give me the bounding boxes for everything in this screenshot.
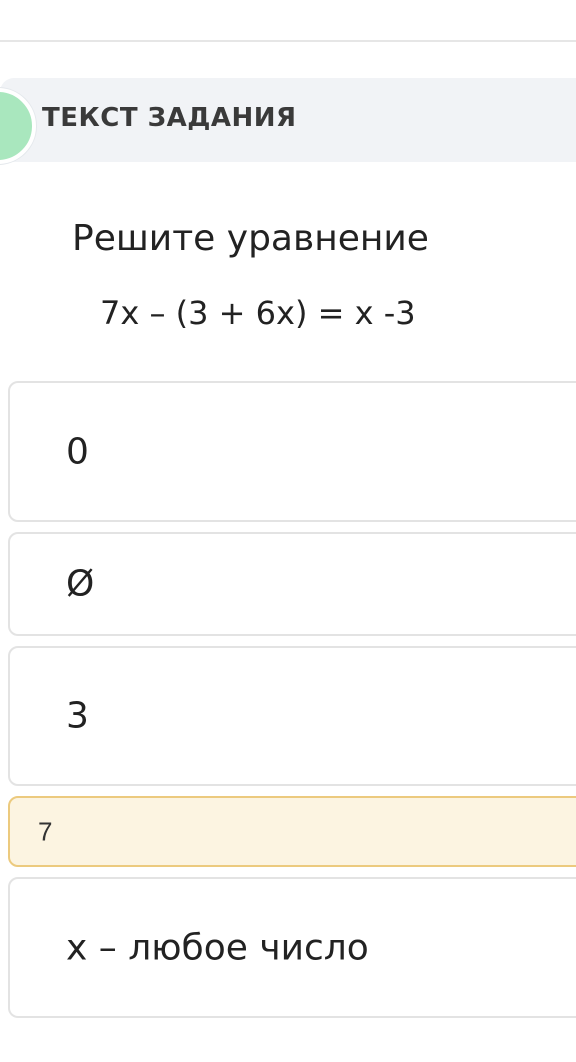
answer-label: 7: [38, 816, 53, 846]
answer-label: 0: [66, 431, 89, 472]
top-divider: [0, 40, 576, 42]
answer-label: 3: [66, 695, 89, 737]
answer-label: x – любое число: [66, 927, 369, 968]
answer-option[interactable]: x – любое число: [8, 877, 576, 1018]
answer-option[interactable]: 3: [8, 646, 576, 786]
quiz-page: ТЕКСТ ЗАДАНИЯ Решите уравнение 7x – (3 +…: [0, 0, 576, 1062]
question-text: Решите уравнение: [72, 218, 429, 259]
task-header-label: ТЕКСТ ЗАДАНИЯ: [42, 103, 297, 133]
answer-option-selected[interactable]: 7: [8, 796, 576, 867]
answer-label: Ø: [66, 563, 95, 605]
answer-option[interactable]: 0: [8, 381, 576, 522]
answer-option[interactable]: Ø: [8, 532, 576, 636]
equation: 7x – (3 + 6x) = x -3: [100, 294, 416, 332]
